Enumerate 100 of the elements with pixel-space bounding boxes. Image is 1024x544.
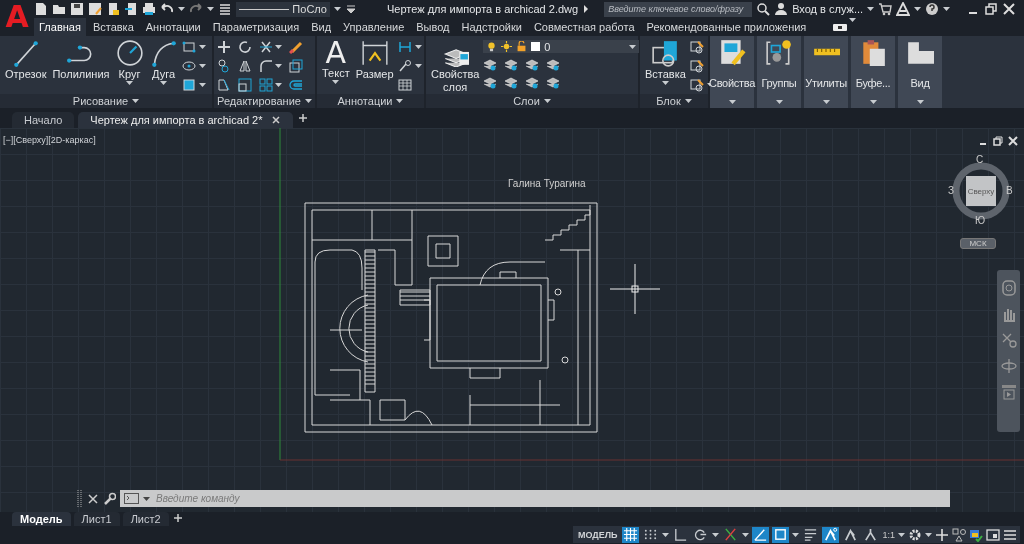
caret-icon[interactable] bbox=[728, 100, 736, 104]
ribbon-tab[interactable]: Управление bbox=[338, 18, 410, 36]
caret-icon[interactable] bbox=[684, 99, 692, 103]
block-tool-icon[interactable] bbox=[689, 59, 704, 73]
eraser-icon[interactable] bbox=[289, 40, 303, 54]
arc-icon[interactable] bbox=[149, 39, 178, 67]
array-icon[interactable] bbox=[259, 78, 273, 92]
tool-button[interactable]: Вставка bbox=[643, 38, 688, 86]
layout-tab[interactable]: Модель bbox=[12, 512, 71, 526]
caret-icon[interactable] bbox=[332, 80, 340, 84]
orbit-icon[interactable] bbox=[1000, 358, 1017, 374]
caret-icon[interactable] bbox=[869, 100, 877, 104]
grid-icon[interactable] bbox=[622, 526, 640, 543]
new-file-icon[interactable] bbox=[34, 2, 48, 16]
ribbon-tab[interactable]: Аннотации bbox=[140, 18, 206, 36]
caret-icon[interactable] bbox=[822, 100, 830, 104]
caret-icon[interactable] bbox=[207, 7, 214, 11]
mirror-icon[interactable] bbox=[238, 59, 252, 73]
panel-title-button[interactable]: Блок bbox=[640, 94, 708, 108]
insert-block-icon[interactable] bbox=[651, 39, 680, 67]
block-tool-icon[interactable] bbox=[689, 78, 704, 92]
ribbon-tab[interactable]: Совместная работа bbox=[528, 18, 640, 36]
restore-icon[interactable] bbox=[993, 136, 1003, 146]
clean-screen-icon[interactable] bbox=[986, 527, 1000, 542]
caret-icon[interactable] bbox=[160, 81, 168, 85]
caret-icon[interactable] bbox=[662, 532, 670, 537]
layer-check-icon[interactable] bbox=[969, 527, 983, 542]
panel-button[interactable]: Вид bbox=[898, 36, 942, 108]
caret-icon[interactable] bbox=[712, 532, 720, 537]
caret-icon[interactable] bbox=[126, 81, 134, 85]
panel-button[interactable]: Свойства bbox=[710, 36, 754, 108]
help-icon[interactable] bbox=[925, 2, 940, 16]
tool-button[interactable]: Полилиния bbox=[50, 38, 112, 81]
caret-icon[interactable] bbox=[414, 64, 422, 68]
publish-icon[interactable] bbox=[106, 2, 120, 16]
wrench-icon[interactable] bbox=[103, 492, 116, 505]
grip-icon[interactable] bbox=[76, 490, 83, 507]
caret-icon[interactable] bbox=[198, 45, 206, 49]
panel-button[interactable]: Буфе... bbox=[851, 36, 895, 108]
caret-icon[interactable] bbox=[914, 7, 922, 11]
caret-icon[interactable] bbox=[792, 532, 800, 537]
search-field[interactable]: Введите ключевое слово/фразу bbox=[604, 1, 753, 17]
caret-icon[interactable] bbox=[742, 532, 750, 537]
layer-tool-icon[interactable] bbox=[504, 57, 519, 71]
caret-icon[interactable] bbox=[849, 18, 857, 22]
model-space-button[interactable]: МОДЕЛЬ bbox=[575, 529, 620, 540]
compass-label[interactable]: В bbox=[1006, 185, 1013, 196]
leader-icon[interactable] bbox=[397, 59, 412, 73]
close-icon[interactable] bbox=[1002, 2, 1016, 16]
caret-icon[interactable] bbox=[543, 99, 551, 103]
document-tab[interactable]: Начало bbox=[12, 112, 75, 128]
caret-icon[interactable] bbox=[396, 99, 404, 103]
explode-icon[interactable] bbox=[289, 59, 303, 73]
save-icon[interactable] bbox=[70, 2, 84, 16]
caret-icon[interactable] bbox=[275, 83, 282, 87]
layer-tool-icon[interactable] bbox=[504, 75, 519, 89]
caret-icon[interactable] bbox=[132, 99, 140, 103]
tool-button[interactable]: Круг bbox=[113, 38, 146, 86]
angle-tracking-icon[interactable] bbox=[752, 526, 770, 543]
print-icon[interactable] bbox=[142, 2, 156, 16]
customize-icon[interactable] bbox=[345, 4, 357, 14]
compass-label[interactable]: З bbox=[948, 185, 955, 196]
annotation-scale-button[interactable]: 1:1 bbox=[882, 529, 895, 540]
ucs-dropdown[interactable]: МСК bbox=[960, 238, 996, 249]
table-icon[interactable] bbox=[397, 78, 412, 92]
circle-icon[interactable] bbox=[115, 39, 144, 67]
compass-label[interactable]: Ю bbox=[975, 215, 986, 226]
compass-label[interactable]: С bbox=[976, 154, 984, 165]
isolate-objects-icon[interactable] bbox=[952, 527, 966, 542]
copy-icon[interactable] bbox=[217, 59, 231, 73]
layer-tool-icon[interactable] bbox=[483, 75, 498, 89]
panel-title-button[interactable]: Слои bbox=[426, 94, 638, 108]
ribbon-tab[interactable]: Главная bbox=[34, 18, 86, 36]
stretch-icon[interactable] bbox=[217, 78, 231, 92]
panel-toggle-icon[interactable] bbox=[833, 23, 848, 31]
caret-icon[interactable] bbox=[275, 45, 282, 49]
bulb-icon[interactable] bbox=[486, 41, 498, 52]
caret-icon[interactable] bbox=[916, 100, 924, 104]
ribbon-tab[interactable]: Рекомендованные приложения bbox=[641, 18, 812, 36]
caret-icon[interactable] bbox=[661, 81, 669, 85]
panel-button[interactable]: Утилиты bbox=[804, 36, 848, 108]
layer-tool-icon[interactable] bbox=[483, 57, 498, 71]
linetype-dropdown[interactable]: ПоСло bbox=[236, 1, 330, 17]
viewcube-face[interactable]: Сверху bbox=[966, 176, 996, 206]
layer-tool-icon[interactable] bbox=[546, 57, 561, 71]
caret-icon[interactable] bbox=[304, 99, 312, 103]
dimension-icon[interactable] bbox=[360, 39, 389, 67]
block-tool-icon[interactable] bbox=[689, 40, 704, 54]
fillet-icon[interactable] bbox=[259, 59, 273, 73]
lock-icon[interactable] bbox=[516, 41, 528, 52]
caret-icon[interactable] bbox=[775, 100, 783, 104]
triangle-logo-icon[interactable] bbox=[896, 2, 911, 16]
user-icon[interactable] bbox=[774, 2, 789, 16]
plus-icon[interactable] bbox=[171, 512, 184, 524]
tool-button[interactable]: Размер bbox=[353, 38, 396, 81]
ribbon-tab[interactable]: Надстройки bbox=[456, 18, 527, 36]
ellipse-icon[interactable] bbox=[181, 59, 196, 73]
save-as-icon[interactable] bbox=[88, 2, 102, 16]
zoom-icon[interactable] bbox=[1000, 332, 1017, 348]
annotation-visibility-icon[interactable] bbox=[822, 526, 840, 543]
